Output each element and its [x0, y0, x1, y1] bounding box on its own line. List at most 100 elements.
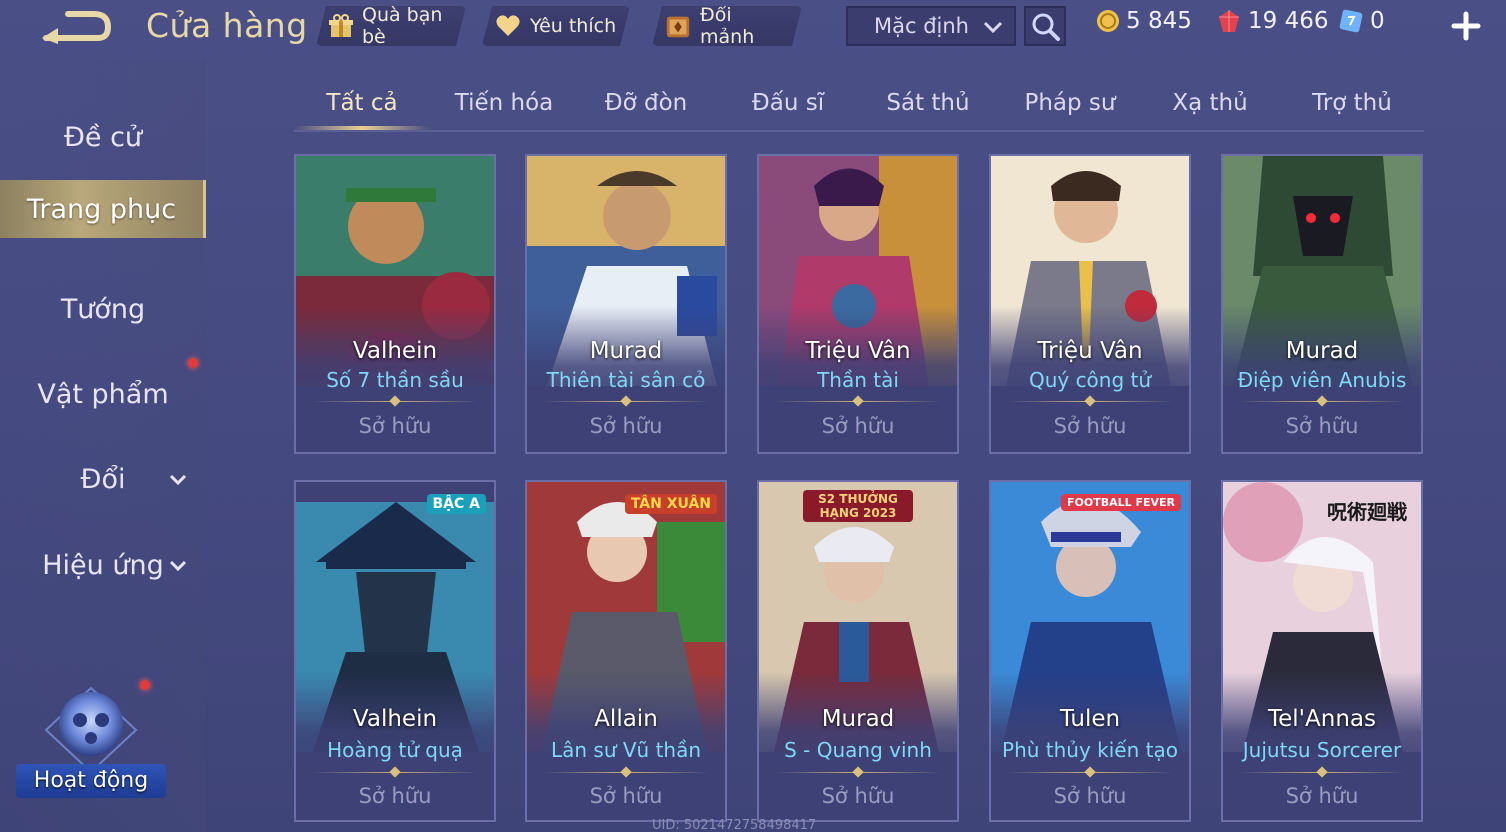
sidebar-item-label: Trang phục: [26, 193, 177, 225]
notification-dot: [188, 358, 198, 368]
sidebar-item-label: Đổi: [80, 463, 126, 495]
skin-name: Lân sư Vũ thần: [550, 738, 702, 762]
owned-status: Sở hữu: [589, 784, 663, 808]
hero-name: Valhein: [352, 338, 438, 364]
tab-label: Tất cả: [326, 90, 398, 116]
season-badge: S2 THƯỞNG HẠNG 2023: [803, 490, 913, 522]
sidebar-item-skins[interactable]: Trang phục: [0, 180, 206, 238]
hero-name: Allain: [594, 706, 658, 732]
tab-fighter[interactable]: Đấu sĩ: [720, 86, 856, 130]
gold-balance: 5 845: [1096, 8, 1192, 34]
owned-status: Sở hữu: [1053, 784, 1127, 808]
skin-name: Phù thủy kiến tạo: [1002, 738, 1178, 762]
hero-name: Murad: [589, 338, 663, 364]
ruby-icon: [1219, 10, 1239, 32]
tab-label: Pháp sư: [1024, 90, 1116, 116]
skin-card[interactable]: 呪術廻戦 Tel'Annas Jujutsu Sorcerer Sở hữu: [1221, 480, 1423, 822]
skin-card[interactable]: FOOTBALL FEVER Tulen Phù thủy kiến tạo S…: [989, 480, 1191, 822]
tab-evolution[interactable]: Tiến hóa: [436, 86, 572, 130]
gold-amount: 5 845: [1126, 8, 1192, 34]
owned-status: Sở hữu: [821, 414, 895, 438]
tab-label: Xạ thủ: [1172, 90, 1248, 116]
sort-dropdown[interactable]: Mặc định: [846, 6, 1016, 46]
event-badge: TÂN XUÂN: [624, 494, 717, 514]
hero-name: Tel'Annas: [1268, 706, 1376, 732]
chevron-down-icon: [983, 21, 1003, 34]
owned-status: Sở hữu: [358, 784, 432, 808]
tab-assassin[interactable]: Sát thủ: [860, 86, 996, 130]
favorite-button[interactable]: Yêu thích: [482, 6, 630, 46]
sidebar-item-items[interactable]: Vật phẩm: [0, 365, 206, 423]
skin-card[interactable]: TÂN XUÂN Allain Lân sư Vũ thần Sở hữu: [525, 480, 727, 822]
owned-status: Sở hữu: [1053, 414, 1127, 438]
hero-name: Tulen: [1059, 706, 1121, 732]
search-button[interactable]: [1024, 6, 1066, 46]
exchange-shard-button[interactable]: Đổi mảnh: [652, 6, 802, 46]
sidebar-item-heroes[interactable]: Tướng: [0, 280, 206, 338]
skin-card[interactable]: Triệu Vân Thần tài Sở hữu: [757, 154, 959, 454]
skin-card[interactable]: S2 THƯỞNG HẠNG 2023 Murad S - Quang vinh…: [757, 480, 959, 822]
tab-marksman[interactable]: Xạ thủ: [1142, 86, 1278, 130]
sidebar-item-recommended[interactable]: Đề cử: [0, 108, 206, 166]
skin-name: Jujutsu Sorcerer: [1242, 738, 1402, 762]
owned-status: Sở hữu: [1285, 414, 1359, 438]
skin-card[interactable]: BẬC A Valhein Hoàng tử quạ Sở hữu: [294, 480, 496, 822]
skin-name: Số 7 thần sầu: [326, 368, 464, 392]
rank-badge: BẬC A: [426, 494, 486, 514]
heart-icon: [494, 12, 522, 40]
tab-label: Đỡ đòn: [604, 90, 688, 116]
owned-status: Sở hữu: [821, 784, 895, 808]
tab-label: Sát thủ: [886, 90, 970, 116]
skin-name: Thần tài: [817, 368, 899, 392]
voucher-icon: [1339, 9, 1363, 33]
add-currency-icon[interactable]: [1450, 10, 1482, 42]
shard-chest-icon: [664, 12, 692, 40]
skin-card[interactable]: Triệu Vân Quý công tử Sở hữu: [989, 154, 1191, 454]
hero-name: Murad: [1285, 338, 1359, 364]
sidebar-item-label: Tướng: [60, 293, 146, 325]
ruby-amount: 19 466: [1248, 8, 1329, 34]
page-title: Cửa hàng: [146, 6, 308, 45]
notification-dot: [140, 680, 150, 690]
tab-mage[interactable]: Pháp sư: [1002, 86, 1138, 130]
skin-card[interactable]: Murad Điệp viên Anubis Sở hữu: [1221, 154, 1423, 454]
skin-name: S - Quang vinh: [784, 738, 932, 762]
owned-status: Sở hữu: [589, 414, 663, 438]
tab-all[interactable]: Tất cả: [294, 86, 430, 130]
owned-status: Sở hữu: [358, 414, 432, 438]
skin-card[interactable]: Murad Thiên tài sân cỏ Sở hữu: [525, 154, 727, 454]
exchange-shard-label: Đổi mảnh: [700, 4, 755, 48]
voucher-amount: 0: [1370, 8, 1385, 34]
friend-gift-button[interactable]: Quà bạn bè: [316, 6, 466, 46]
chevron-down-icon: [169, 560, 187, 572]
ruby-balance: 19 466: [1216, 8, 1328, 34]
skin-card[interactable]: Valhein Số 7 thần sầu Sở hữu: [294, 154, 496, 454]
event-badge: FOOTBALL FEVER: [1061, 494, 1181, 511]
tab-tank[interactable]: Đỡ đòn: [578, 86, 714, 130]
gold-coin-icon: [1097, 10, 1119, 32]
sidebar-item-effects[interactable]: Hiệu ứng: [0, 536, 206, 594]
skin-name: Thiên tài sân cỏ: [546, 368, 706, 392]
category-tabs: Tất cả Tiến hóa Đỡ đòn Đấu sĩ Sát thủ Ph…: [294, 80, 1424, 132]
tab-support[interactable]: Trợ thủ: [1284, 86, 1420, 130]
skin-name: Quý công tử: [1028, 368, 1152, 392]
voucher-balance: 0: [1338, 8, 1385, 34]
sidebar-item-exchange[interactable]: Đổi: [0, 450, 206, 508]
favorite-label: Yêu thích: [530, 15, 617, 37]
skin-name: Hoàng tử quạ: [327, 738, 463, 762]
hero-name: Triệu Vân: [805, 338, 911, 364]
tab-label: Đấu sĩ: [751, 90, 825, 116]
sidebar-item-label: Vật phẩm: [37, 378, 169, 410]
tab-label: Tiến hóa: [454, 90, 554, 116]
user-id-text: UID: 5021472758498417: [652, 818, 817, 832]
active-tab-indicator: [294, 126, 430, 130]
back-arrow-icon[interactable]: [38, 6, 112, 44]
owned-status: Sở hữu: [1285, 784, 1359, 808]
sidebar-item-label: Đề cử: [63, 121, 143, 153]
sidebar-item-label: Hiệu ứng: [42, 549, 164, 581]
tab-label: Trợ thủ: [1312, 90, 1392, 116]
hero-name: Murad: [821, 706, 895, 732]
top-bar: Cửa hàng Quà bạn bè Yêu thích Đổi mảnh M…: [0, 0, 1506, 56]
search-icon: [1032, 13, 1060, 41]
event-label[interactable]: Hoạt động: [16, 764, 166, 798]
